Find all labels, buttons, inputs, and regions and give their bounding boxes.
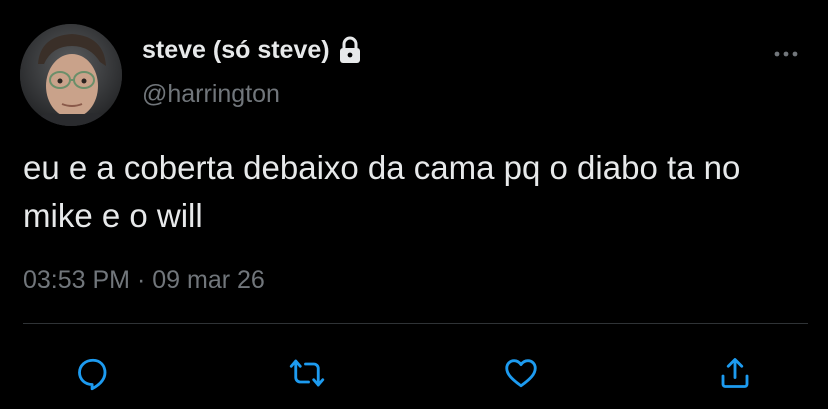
- author-handle[interactable]: @harrington: [142, 80, 280, 109]
- retweet-icon: [289, 359, 325, 387]
- reply-icon: [78, 358, 107, 391]
- tweet-actions: [0, 348, 828, 398]
- timestamp-separator: ·: [136, 266, 146, 294]
- reply-button[interactable]: [68, 348, 118, 398]
- heart-icon: [505, 359, 537, 388]
- lock-icon: [338, 36, 362, 64]
- more-horizontal-icon[interactable]: [772, 44, 800, 64]
- tweet-text: eu e a coberta debaixo da cama pq o diab…: [23, 149, 741, 234]
- author-name-row: steve (só steve): [142, 33, 362, 67]
- tweet-time: 03:53 PM: [23, 266, 131, 294]
- tweet-card: steve (só steve) @harrington eu e a cobe…: [0, 0, 828, 409]
- avatar[interactable]: [20, 24, 122, 126]
- retweet-button[interactable]: [282, 348, 332, 398]
- tweet-timestamp[interactable]: 03:53 PM · 09 mar 26: [23, 266, 265, 295]
- like-button[interactable]: [496, 348, 546, 398]
- display-name[interactable]: steve (só steve): [142, 36, 330, 65]
- tweet-date: 09 mar 26: [152, 266, 265, 294]
- avatar-photo: [20, 24, 122, 126]
- share-button[interactable]: [710, 348, 760, 398]
- divider: [23, 323, 808, 324]
- share-icon: [721, 358, 749, 388]
